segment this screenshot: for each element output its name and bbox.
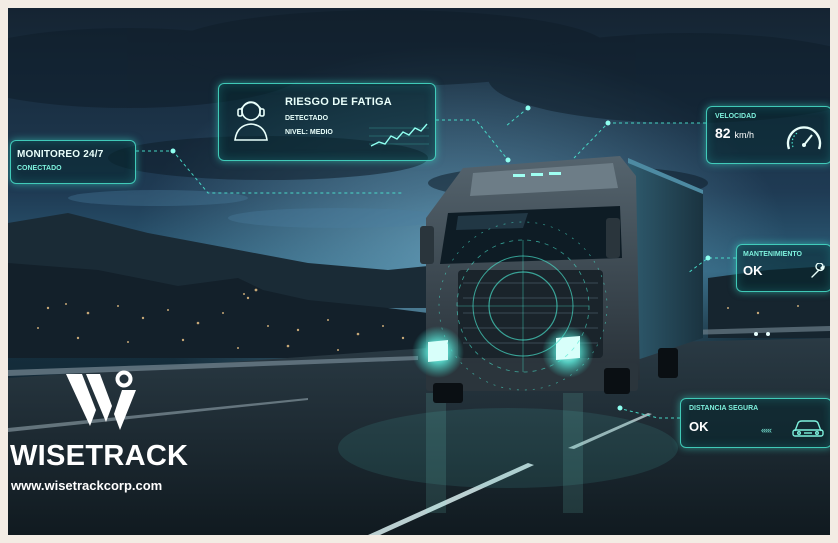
- trend-line-icon: [369, 123, 429, 147]
- maintenance-panel: MANTENIMIENTO OK: [736, 244, 830, 292]
- brand-block: WISETRACK www.wisetrackcorp.com: [10, 368, 210, 498]
- wisetrack-w-logo: [66, 370, 136, 430]
- driver-head-icon: [234, 101, 268, 141]
- speed-label: VELOCIDAD: [715, 113, 757, 120]
- hero-image-frame: MONITOREO 24/7 CONECTADO RIESGO DE FATIG…: [8, 8, 830, 535]
- safe-distance-panel: DISTANCIA SEGURA OK ‹‹‹‹‹: [680, 398, 830, 448]
- monitoring-title: MONITOREO 24/7: [17, 149, 104, 160]
- speed-panel: VELOCIDAD 82 km/h: [706, 106, 830, 164]
- car-front-icon: [792, 420, 824, 437]
- proximity-arrows: ‹‹‹‹‹: [761, 425, 772, 435]
- fatigue-level-text: NIVEL: MEDIO: [285, 129, 333, 136]
- fatigue-title: RIESGO DE FATIGA: [285, 96, 392, 108]
- fatigue-risk-panel: RIESGO DE FATIGA DETECTADO NIVEL: MEDIO: [218, 83, 436, 161]
- brand-url[interactable]: www.wisetrackcorp.com: [11, 478, 162, 493]
- speedometer-icon: [786, 126, 822, 150]
- monitoring-panel: MONITOREO 24/7 CONECTADO: [10, 140, 136, 184]
- speed-number: 82: [715, 125, 731, 141]
- maintenance-label: MANTENIMIENTO: [743, 251, 802, 258]
- fatigue-detected-text: DETECTADO: [285, 115, 329, 122]
- monitoring-status: CONECTADO: [17, 165, 62, 172]
- speed-unit: km/h: [734, 130, 754, 140]
- wrench-icon: [811, 263, 825, 278]
- brand-name: WISETRACK: [10, 440, 189, 472]
- distance-label: DISTANCIA SEGURA: [689, 405, 759, 412]
